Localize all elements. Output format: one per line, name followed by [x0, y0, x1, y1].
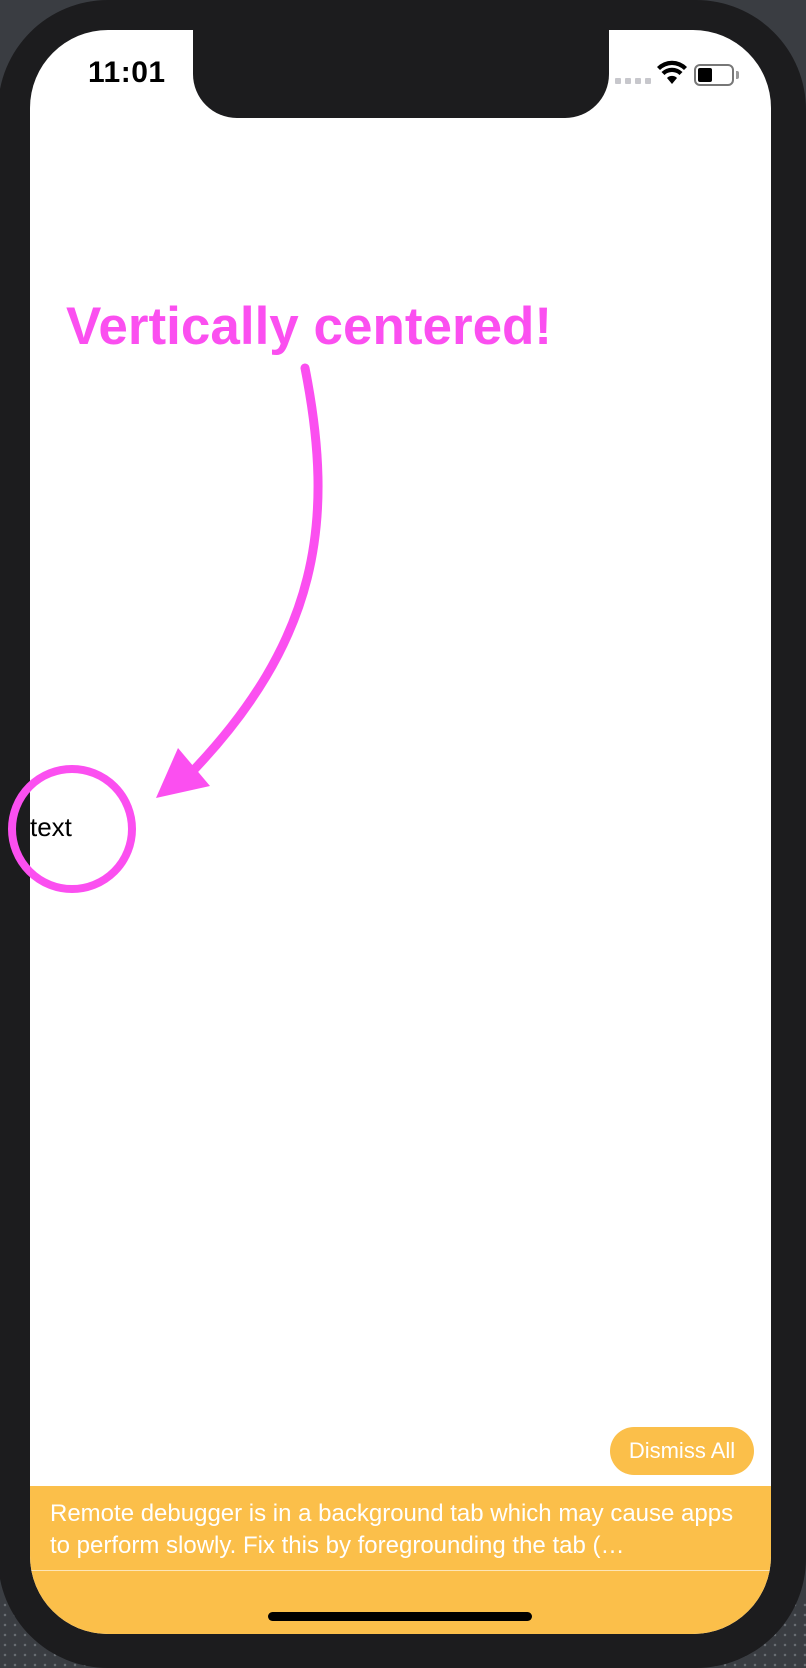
app-screen: 11:01 text Dismiss All Remote debugger i… — [30, 30, 771, 1634]
annotation-title: Vertically centered! — [66, 297, 553, 356]
warning-divider — [30, 1570, 771, 1571]
device-notch — [193, 30, 609, 118]
battery-fill — [698, 68, 712, 82]
home-indicator[interactable] — [268, 1612, 532, 1621]
battery-tip — [736, 71, 739, 79]
dismiss-all-button[interactable]: Dismiss All — [610, 1427, 754, 1475]
cellular-signal-icon — [615, 78, 651, 84]
status-time: 11:01 — [88, 56, 166, 89]
phone-frame: 11:01 text Dismiss All Remote debugger i… — [0, 0, 806, 1668]
battery-icon — [694, 64, 734, 86]
content-text: text — [30, 812, 72, 842]
wifi-icon — [657, 60, 687, 84]
debugger-warning-message: Remote debugger is in a background tab w… — [50, 1500, 734, 1559]
